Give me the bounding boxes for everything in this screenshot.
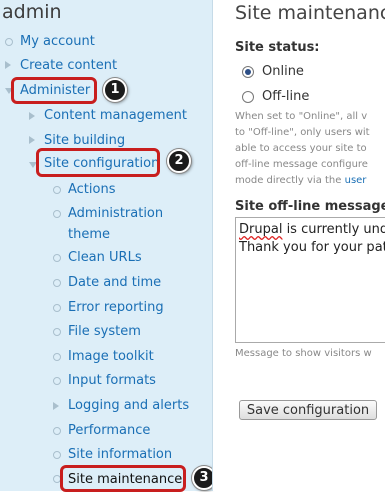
bullet-icon xyxy=(53,451,61,459)
bullet-icon xyxy=(53,427,61,435)
sidebar-item-image-toolkit[interactable]: Image toolkit xyxy=(68,349,154,364)
highlight-box xyxy=(36,148,160,177)
sidebar: admin My account Create content Administ… xyxy=(0,0,216,492)
description-line: off-line message configure xyxy=(235,159,368,170)
highlight-box xyxy=(11,77,97,104)
offline-message-textarea[interactable]: Drupal is currently unde Thank you for y… xyxy=(235,217,385,343)
description-line: When set to "Online", all v xyxy=(235,111,368,122)
offline-radio[interactable] xyxy=(242,91,254,103)
description-text: mode directly via the xyxy=(235,175,345,186)
bullet-icon xyxy=(53,377,61,385)
expand-arrow-icon[interactable] xyxy=(5,61,11,69)
online-radio[interactable] xyxy=(242,66,254,78)
bullet-icon xyxy=(53,254,61,262)
sidebar-item-clean-urls[interactable]: Clean URLs xyxy=(68,250,142,265)
offline-message-help: Message to show visitors w xyxy=(235,348,372,359)
sidebar-item-logging-and-alerts[interactable]: Logging and alerts xyxy=(68,398,189,413)
bullet-icon xyxy=(53,279,61,287)
sidebar-item-actions[interactable]: Actions xyxy=(68,182,116,197)
textarea-text: is currently unde xyxy=(282,222,385,237)
highlight-box xyxy=(60,465,186,492)
spellcheck-word: Drupal xyxy=(239,222,283,237)
bullet-icon xyxy=(53,353,61,361)
offline-radio-label[interactable]: Off-line xyxy=(262,89,309,104)
sidebar-item-site-information[interactable]: Site information xyxy=(68,447,172,462)
sidebar-item-create-content[interactable]: Create content xyxy=(20,58,117,73)
bullet-icon xyxy=(53,210,61,218)
callout-badge-1: 1 xyxy=(103,78,127,102)
bullet-icon xyxy=(5,38,13,46)
sidebar-item-performance[interactable]: Performance xyxy=(68,423,150,438)
description-line: to "Off-line", only users wit xyxy=(235,127,370,138)
textarea-line: Drupal is currently unde xyxy=(239,221,385,239)
bullet-icon xyxy=(53,304,61,312)
main-content: Site maintenance Site status: Online Off… xyxy=(213,0,385,491)
user-link[interactable]: user xyxy=(345,175,367,186)
expand-arrow-icon[interactable] xyxy=(29,112,35,120)
save-configuration-button[interactable]: Save configuration xyxy=(239,400,377,420)
sidebar-item-input-formats[interactable]: Input formats xyxy=(68,373,156,388)
expand-arrow-icon[interactable] xyxy=(53,402,59,410)
bullet-icon xyxy=(53,328,61,336)
sidebar-item-my-account[interactable]: My account xyxy=(20,34,95,49)
bullet-icon xyxy=(53,186,61,194)
description-line: able to access your site to xyxy=(235,143,367,154)
offline-message-label: Site off-line message: xyxy=(235,199,385,214)
site-status-label: Site status: xyxy=(235,40,320,55)
textarea-line: Thank you for your pat xyxy=(239,240,385,255)
sidebar-item-date-and-time[interactable]: Date and time xyxy=(68,275,161,290)
page-title: Site maintenance xyxy=(235,2,385,24)
sidebar-item-site-building[interactable]: Site building xyxy=(44,133,125,148)
sidebar-username: admin xyxy=(2,1,62,23)
sidebar-item-error-reporting[interactable]: Error reporting xyxy=(68,300,164,315)
callout-badge-2: 2 xyxy=(167,149,191,173)
sidebar-item-content-management[interactable]: Content management xyxy=(44,108,187,123)
sidebar-item-administration-theme[interactable]: Administration xyxy=(68,206,163,221)
site-status-description: When set to "Online", all v to "Off-line… xyxy=(235,109,385,189)
description-line: mode directly via the user xyxy=(235,173,385,189)
sidebar-item-file-system[interactable]: File system xyxy=(68,324,141,339)
expand-arrow-icon[interactable] xyxy=(29,136,35,144)
sidebar-item-administration-theme-line2[interactable]: theme xyxy=(68,227,110,242)
online-radio-label[interactable]: Online xyxy=(262,64,304,79)
